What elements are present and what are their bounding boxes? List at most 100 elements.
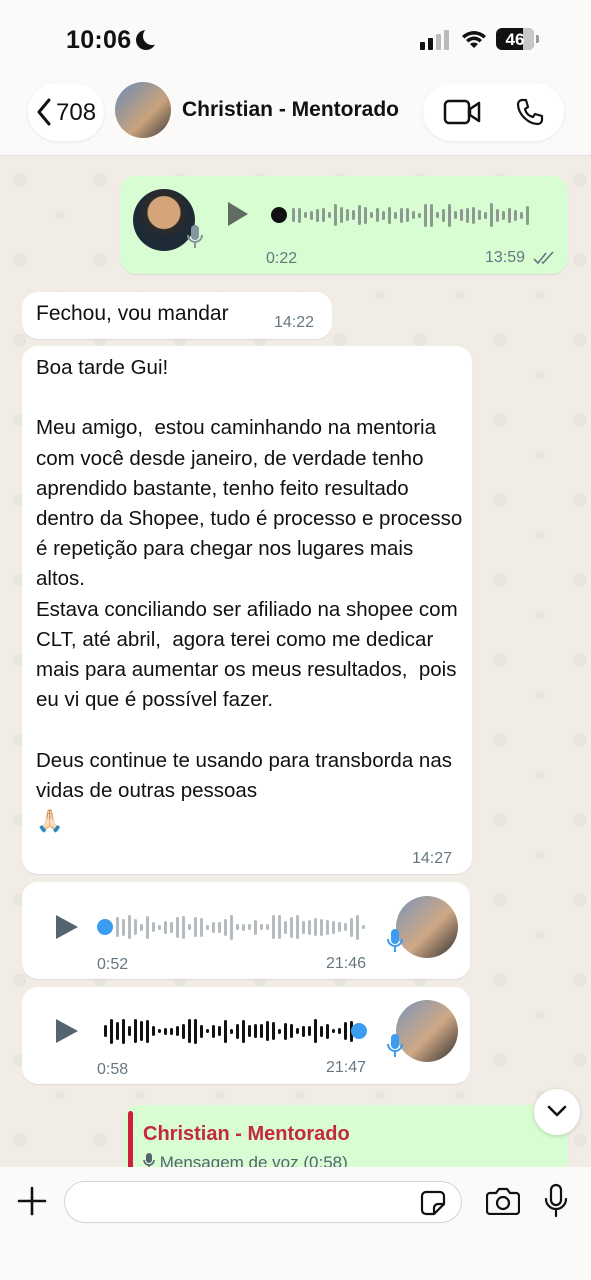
mic-icon[interactable] xyxy=(543,1183,569,1219)
waveform-bar xyxy=(358,205,361,225)
waveform-bar xyxy=(334,204,337,226)
waveform-bar xyxy=(376,208,379,222)
waveform-bar xyxy=(502,210,505,220)
waveform-bar xyxy=(170,1027,173,1035)
waveform-bar xyxy=(128,915,131,939)
waveform-bar xyxy=(364,206,367,224)
waveform-bar xyxy=(260,1024,263,1038)
waveform-bar xyxy=(292,208,295,222)
waveform-bar xyxy=(356,914,359,940)
waveform-bar xyxy=(302,1025,305,1037)
scroll-to-bottom-button[interactable] xyxy=(534,1089,580,1135)
voice-waveform[interactable] xyxy=(104,1016,353,1046)
play-button[interactable] xyxy=(56,1019,78,1043)
voice-waveform[interactable] xyxy=(116,912,365,942)
waveform-bar xyxy=(188,1019,191,1043)
play-button[interactable] xyxy=(228,202,248,226)
voice-duration: 0:22 xyxy=(266,250,298,267)
waveform-bar xyxy=(206,924,209,930)
waveform-bar xyxy=(122,918,125,936)
waveform-bar xyxy=(230,914,233,940)
waveform-bar xyxy=(146,915,149,939)
sender-avatar xyxy=(396,896,458,958)
waveform-bar xyxy=(224,918,227,936)
waveform-bar xyxy=(418,212,421,218)
waveform-bar xyxy=(394,211,397,219)
message-body: Boa tarde Gui! Meu amigo, estou caminhan… xyxy=(36,356,463,802)
waveform-bar xyxy=(182,1023,185,1039)
playback-position[interactable] xyxy=(97,919,113,935)
waveform-bar xyxy=(248,1025,251,1037)
voice-waveform[interactable] xyxy=(292,200,529,230)
waveform-bar xyxy=(338,922,341,932)
plus-icon[interactable] xyxy=(16,1185,48,1217)
waveform-bar xyxy=(200,917,203,937)
waveform-bar xyxy=(254,919,257,935)
waveform-bar xyxy=(104,1025,107,1037)
waveform-bar xyxy=(332,920,335,934)
waveform-bar xyxy=(308,919,311,935)
play-button[interactable] xyxy=(56,915,78,939)
message-time: 21:46 xyxy=(326,955,367,972)
contact-name[interactable]: Christian - Mentorado xyxy=(182,98,399,122)
voice-duration: 0:52 xyxy=(97,956,129,973)
waveform-bar xyxy=(332,1029,335,1033)
waveform-bar xyxy=(436,212,439,218)
waveform-bar xyxy=(350,917,353,937)
composer-bar xyxy=(0,1167,591,1280)
waveform-bar xyxy=(484,211,487,219)
waveform-bar xyxy=(322,208,325,222)
waveform-bar xyxy=(424,203,427,227)
waveform-bar xyxy=(328,212,331,218)
waveform-bar xyxy=(490,203,493,227)
camera-icon[interactable] xyxy=(486,1187,520,1215)
waveform-bar xyxy=(508,207,511,223)
waveform-bar xyxy=(448,203,451,227)
waveform-bar xyxy=(298,207,301,223)
video-call-icon[interactable] xyxy=(443,99,481,125)
quoted-reply-message[interactable]: Christian - Mentorado Mensagem de voz (0… xyxy=(124,1105,568,1175)
mic-icon xyxy=(187,225,203,248)
message-input[interactable] xyxy=(64,1181,462,1223)
waveform-bar xyxy=(320,918,323,936)
playback-position[interactable] xyxy=(271,207,287,223)
playback-position[interactable] xyxy=(351,1023,367,1039)
contact-avatar[interactable] xyxy=(115,82,171,138)
message-time: 14:22 xyxy=(274,314,315,331)
waveform-bar xyxy=(242,1019,245,1043)
text-message-incoming-long: Boa tarde Gui! Meu amigo, estou caminhan… xyxy=(22,346,472,874)
message-time: 21:47 xyxy=(326,1059,367,1076)
waveform-bar xyxy=(304,212,307,218)
waveform-bar xyxy=(236,1023,239,1039)
voice-message-incoming: 0:52 21:46 xyxy=(22,882,470,979)
waveform-bar xyxy=(496,208,499,222)
waveform-bar xyxy=(320,1025,323,1037)
pray-emoji: 🙏🏻 xyxy=(36,808,64,834)
sticker-icon[interactable] xyxy=(420,1190,446,1216)
waveform-bar xyxy=(272,915,275,939)
waveform-bar xyxy=(212,1024,215,1038)
back-button[interactable]: 708 xyxy=(28,83,104,141)
chevron-left-icon xyxy=(37,98,51,126)
waveform-bar xyxy=(290,916,293,938)
waveform-bar xyxy=(224,1019,227,1043)
waveform-bar xyxy=(200,1024,203,1038)
status-time: 10:06 xyxy=(66,26,132,54)
waveform-bar xyxy=(290,1024,293,1038)
waveform-bar xyxy=(526,205,529,225)
waveform-bar xyxy=(164,920,167,934)
waveform-bar xyxy=(230,1028,233,1034)
waveform-bar xyxy=(454,211,457,219)
text-message-incoming: Fechou, vou mandar 14:22 xyxy=(22,292,332,339)
waveform-bar xyxy=(352,210,355,220)
waveform-bar xyxy=(466,207,469,223)
phone-call-icon[interactable] xyxy=(515,97,545,127)
waveform-bar xyxy=(140,923,143,931)
waveform-bar xyxy=(520,211,523,219)
waveform-bar xyxy=(272,1022,275,1040)
voice-message-outgoing: 0:22 13:59 xyxy=(120,176,568,274)
waveform-bar xyxy=(472,206,475,224)
mic-icon xyxy=(387,929,403,952)
waveform-bar xyxy=(338,1028,341,1034)
waveform-bar xyxy=(308,1026,311,1036)
